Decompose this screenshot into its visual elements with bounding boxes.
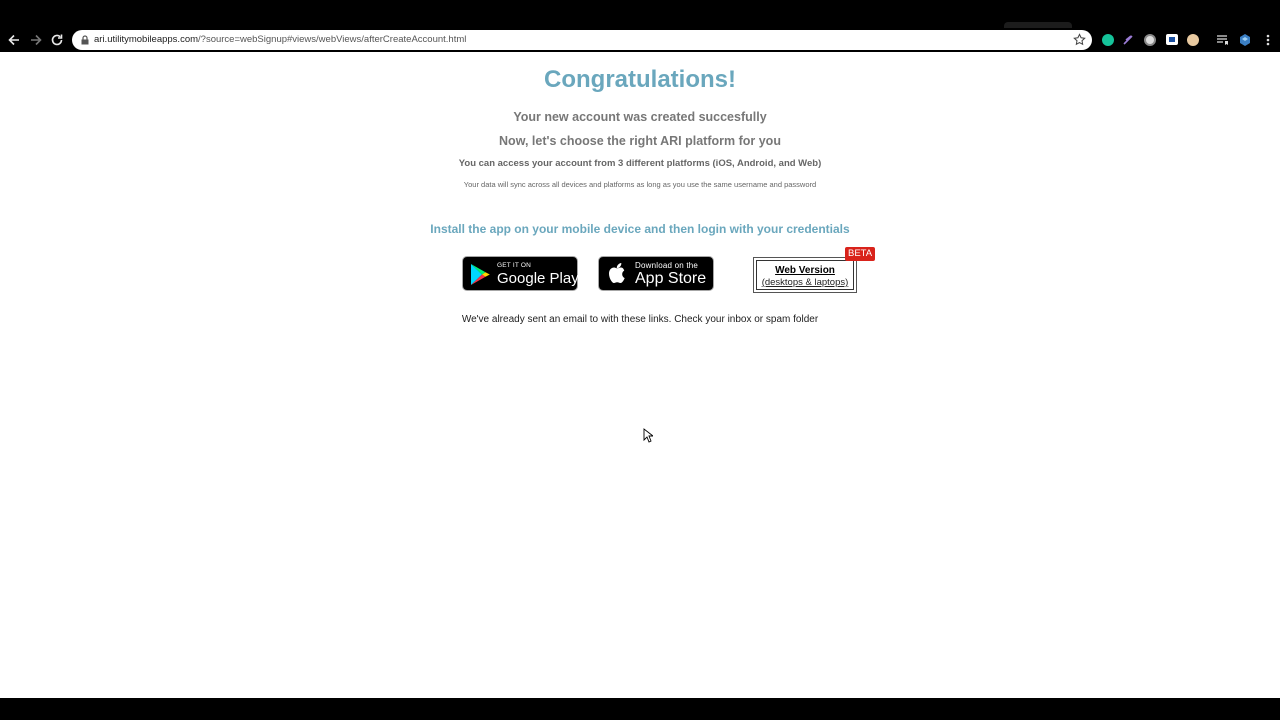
web-version-subtitle: (desktops & laptops) xyxy=(761,277,849,288)
google-play-badge[interactable]: GET IT ON Google Play xyxy=(462,256,579,291)
google-play-small-text: GET IT ON xyxy=(497,262,532,269)
page-viewport: Congratulations! Your new account was cr… xyxy=(0,52,1280,698)
access-info-text: You can access your account from 3 diffe… xyxy=(458,158,822,169)
install-prompt: Install the app on your mobile device an… xyxy=(430,222,850,236)
back-button[interactable] xyxy=(6,32,22,48)
bottom-bar xyxy=(0,698,1280,720)
tab-strip xyxy=(0,0,1280,28)
sync-info-text: Your data will sync across all devices a… xyxy=(463,180,817,189)
beta-badge: BETA xyxy=(845,247,876,261)
profile-avatar-icon[interactable] xyxy=(1238,33,1252,47)
kebab-menu-icon[interactable] xyxy=(1262,33,1274,47)
url-text: ari.utilitymobileapps.com/?source=webSig… xyxy=(94,34,466,46)
web-version-button[interactable]: Web Version (desktops & laptops) xyxy=(753,257,857,293)
address-bar[interactable]: ari.utilitymobileapps.com/?source=webSig… xyxy=(72,30,1092,50)
lock-icon xyxy=(81,35,89,45)
feather-extension-icon[interactable] xyxy=(1122,34,1134,46)
arrow-right-icon xyxy=(31,34,42,46)
bookmark-star-icon[interactable] xyxy=(1073,33,1086,46)
grammarly-extension-icon[interactable] xyxy=(1102,34,1114,46)
page-title: Congratulations! xyxy=(544,66,736,93)
reading-list-icon[interactable] xyxy=(1216,34,1228,46)
circle-extension-icon[interactable] xyxy=(1144,34,1156,46)
url-path: /?source=webSignup#views/webViews/afterC… xyxy=(198,34,467,45)
monitor-extension-icon[interactable] xyxy=(1166,34,1178,45)
mouse-cursor-icon xyxy=(643,428,653,443)
choose-platform-text: Now, let's choose the right ARI platform… xyxy=(499,134,781,148)
forward-button[interactable] xyxy=(28,32,44,48)
reload-icon xyxy=(51,34,63,46)
browser-toolbar: ari.utilitymobileapps.com/?source=webSig… xyxy=(0,28,1280,52)
cookie-extension-icon[interactable] xyxy=(1187,34,1199,46)
browser-window: ari.utilitymobileapps.com/?source=webSig… xyxy=(0,0,1280,720)
arrow-left-icon xyxy=(8,34,19,46)
app-store-big-text: App Store xyxy=(635,270,707,287)
apple-icon xyxy=(609,263,625,283)
web-version-button-frame: Web Version (desktops & laptops) xyxy=(756,260,854,290)
app-store-small-text: Download on the xyxy=(635,261,699,270)
google-play-big-text: Google Play xyxy=(497,270,579,287)
url-host: ari.utilitymobileapps.com xyxy=(94,34,199,45)
reload-button[interactable] xyxy=(49,32,65,48)
app-store-badge[interactable]: Download on the App Store xyxy=(598,256,714,291)
account-created-text: Your new account was created succesfully xyxy=(513,110,767,124)
email-note-text: We've already sent an email to with thes… xyxy=(461,314,819,325)
web-version-title: Web Version xyxy=(775,265,835,276)
google-play-icon xyxy=(471,264,490,285)
